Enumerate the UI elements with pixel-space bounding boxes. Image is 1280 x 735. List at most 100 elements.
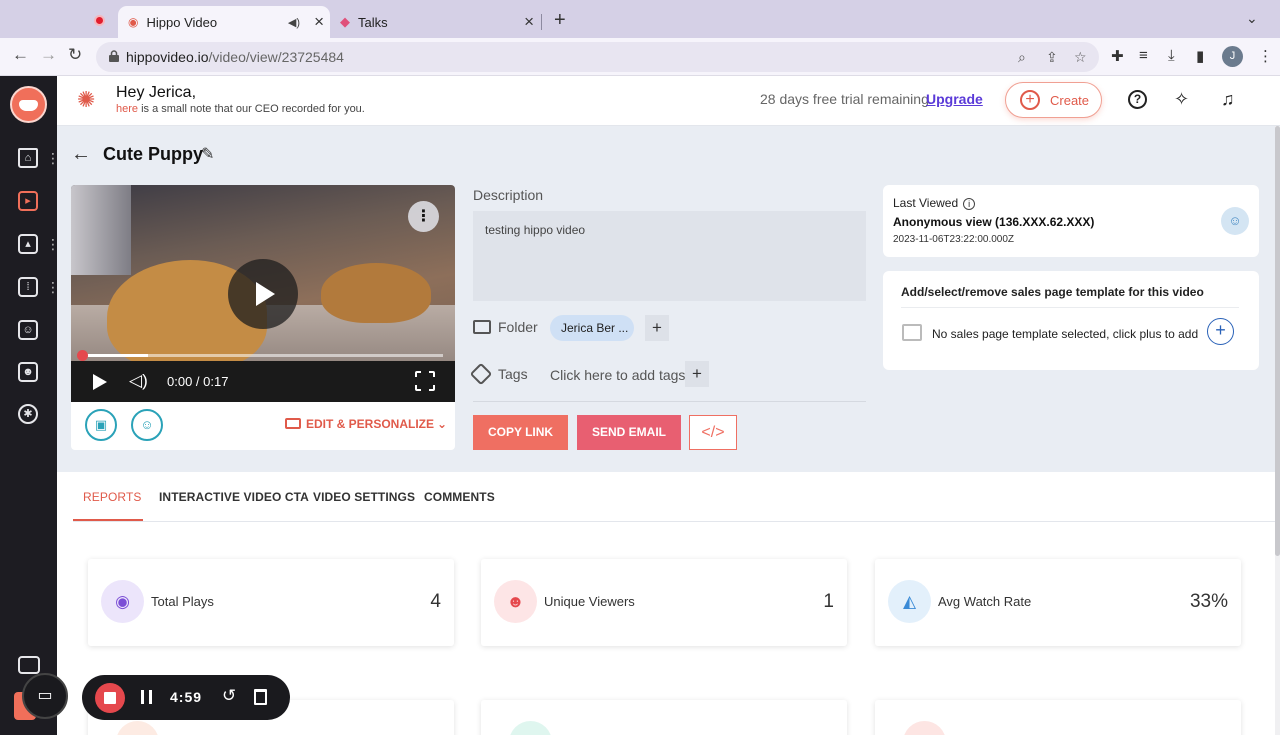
campaign-icon: ⁞ [18, 277, 38, 297]
video-frame-puppy [321, 263, 431, 323]
tab-close-icon[interactable]: × [524, 12, 534, 32]
forward-arrow-icon[interactable]: → [40, 45, 57, 65]
thumbnail-image-icon[interactable]: ▣ [85, 409, 117, 441]
trash-icon[interactable] [254, 689, 267, 705]
last-viewer: Anonymous view (136.XXX.62.XXX) [893, 215, 1095, 229]
profile-avatar[interactable]: J [1222, 46, 1243, 67]
ceo-note: here is a small note that our CEO record… [116, 103, 365, 115]
chat-support-icon[interactable] [18, 656, 40, 674]
camera-icon [285, 418, 301, 429]
recording-indicator-icon [94, 15, 105, 26]
stat-value: 1 [823, 591, 834, 612]
sidebar-item-analytics[interactable]: ▴ [14, 230, 44, 260]
active-tab-underline [73, 519, 143, 521]
stat-value: 33% [1189, 591, 1228, 612]
video-progress-bar[interactable] [83, 354, 443, 357]
upgrade-link[interactable]: Upgrade [926, 91, 983, 107]
new-tab-plus-icon[interactable]: + [554, 9, 566, 32]
bookmark-star-icon[interactable]: ☆ [1074, 49, 1087, 66]
send-email-button[interactable]: SEND EMAIL [577, 415, 681, 450]
folder-chip[interactable]: Jerica Ber ... [550, 315, 634, 341]
sidebar-item-contacts[interactable]: ☺ [14, 316, 44, 346]
play-icon[interactable] [93, 374, 107, 390]
stop-recording-button[interactable] [95, 683, 125, 713]
copy-link-button[interactable]: COPY LINK [473, 415, 568, 450]
fullscreen-icon[interactable] [415, 371, 435, 391]
sidebar-more-icon[interactable]: ⋮ [46, 280, 60, 294]
stat-label: Unique Viewers [544, 594, 635, 609]
sidebar-item-settings[interactable]: ✱ [14, 400, 44, 430]
play-button[interactable] [228, 259, 298, 329]
viewer-avatar-icon[interactable]: ☺ [1221, 207, 1249, 235]
tab-comments[interactable]: COMMENTS [424, 490, 495, 504]
recording-controls: 4:59 ↺ [82, 675, 290, 720]
zoom-search-icon[interactable]: ⌕ [1018, 49, 1026, 66]
side-panel-icon[interactable]: ▮ [1196, 47, 1204, 65]
share-icon[interactable]: ⇪ [1046, 49, 1058, 66]
tab-video-settings[interactable]: VIDEO SETTINGS [313, 490, 415, 504]
edit-title-pencil-icon[interactable]: ✎ [201, 144, 214, 164]
description-field[interactable]: testing hippo video [473, 211, 866, 301]
browser-tab-talks[interactable]: ◆ Talks × [336, 6, 540, 38]
plus-circle-icon: + [1020, 90, 1040, 110]
personalize-face-icon[interactable]: ☺ [131, 409, 163, 441]
tab-interactive-video-cta[interactable]: INTERACTIVE VIDEO CTA [159, 490, 309, 504]
add-folder-plus-icon[interactable]: + [645, 315, 669, 341]
restart-icon[interactable]: ↺ [222, 686, 236, 706]
tab-audio-icon[interactable]: ◀) [288, 16, 300, 29]
sidebar-more-icon[interactable]: ⋮ [46, 151, 60, 165]
help-icon[interactable]: ? [1128, 90, 1147, 109]
address-bar[interactable]: hippovideo.io/video/view/23725484 ⌕ ⇪ ☆ [96, 42, 1099, 72]
progress-scrubber[interactable] [77, 350, 88, 361]
video-detail-section: ← Cute Puppy ✎ ⋮ ◁) 0:00 / 0:17 ▣ ☺ EDIT… [57, 126, 1280, 472]
browser-menu-icon[interactable]: ⋮ [1258, 47, 1273, 65]
whats-new-icon[interactable]: ✧ [1174, 89, 1189, 110]
team-icon: ☻ [18, 362, 38, 382]
tab-search-chevron-icon[interactable]: ⌄ [1246, 10, 1258, 27]
back-arrow-icon[interactable]: ← [71, 143, 91, 166]
scrollbar-thumb[interactable] [1275, 126, 1280, 556]
video-options-kebab-icon[interactable]: ⋮ [408, 201, 439, 232]
tab-close-icon[interactable]: × [314, 12, 324, 32]
last-viewed-card: Last Viewed i Anonymous view (136.XXX.62.… [883, 185, 1259, 257]
camera-toggle-icon[interactable]: ▭ [22, 673, 68, 719]
sidebar-item-team[interactable]: ☻ [14, 358, 44, 388]
last-viewed-timestamp: 2023-11-06T23:22:00.000Z [893, 234, 1015, 245]
stat-label: Total Plays [151, 594, 214, 609]
download-icon[interactable]: ⤓ [1168, 47, 1175, 64]
tab-title: Hippo Video [146, 14, 218, 30]
video-player-card: ⋮ ◁) 0:00 / 0:17 ▣ ☺ EDIT & PERSONALIZE ⌄ [71, 185, 455, 450]
divider [473, 401, 866, 402]
back-arrow-icon[interactable]: ← [12, 45, 29, 65]
create-button[interactable]: + Create [1005, 82, 1102, 118]
stat-value: 4 [430, 591, 441, 612]
sidebar-item-campaigns[interactable]: ⁞ [14, 273, 44, 303]
edit-personalize-button[interactable]: EDIT & PERSONALIZE ⌄ [285, 417, 447, 431]
add-sales-page-plus-icon[interactable]: + [1207, 318, 1234, 345]
notification-bell-icon[interactable]: ♫ [1221, 89, 1235, 110]
sidebar-item-home[interactable]: ⌂ [14, 144, 44, 174]
media-queue-icon[interactable]: ≡ [1139, 47, 1148, 64]
extensions-puzzle-icon[interactable]: ✚ [1111, 47, 1124, 65]
hippo-logo[interactable] [10, 86, 47, 123]
info-icon[interactable]: i [963, 198, 976, 210]
add-tag-plus-icon[interactable]: + [685, 361, 709, 387]
add-tags-input[interactable]: Click here to add tags [550, 367, 685, 383]
sidebar-more-icon[interactable]: ⋮ [46, 237, 60, 251]
talks-favicon-icon: ◆ [340, 14, 350, 29]
embed-code-button[interactable]: </> [689, 415, 737, 450]
reload-icon[interactable]: ↻ [68, 45, 82, 65]
sidebar-item-videos[interactable]: ▸ [14, 187, 44, 217]
browser-tab-strip: ◉ Hippo Video ◀) × ◆ Talks × + ⌄ [0, 0, 1280, 38]
pause-icon[interactable] [141, 690, 152, 704]
report-tabs: REPORTS INTERACTIVE VIDEO CTA VIDEO SETT… [73, 472, 1280, 522]
browser-tab-hippo-video[interactable]: ◉ Hippo Video ◀) × [118, 6, 330, 38]
tab-reports[interactable]: REPORTS [83, 490, 142, 504]
url-text: hippovideo.io/video/view/23725484 [126, 49, 344, 65]
volume-icon[interactable]: ◁) [129, 371, 148, 391]
stat-card-avg-watch-rate: ◭ Avg Watch Rate 33% [875, 559, 1241, 646]
ceo-note-link[interactable]: here [116, 103, 138, 115]
tab-title: Talks [358, 14, 388, 30]
video-player[interactable]: ⋮ ◁) 0:00 / 0:17 [71, 185, 455, 402]
gear-icon: ✱ [18, 404, 38, 424]
